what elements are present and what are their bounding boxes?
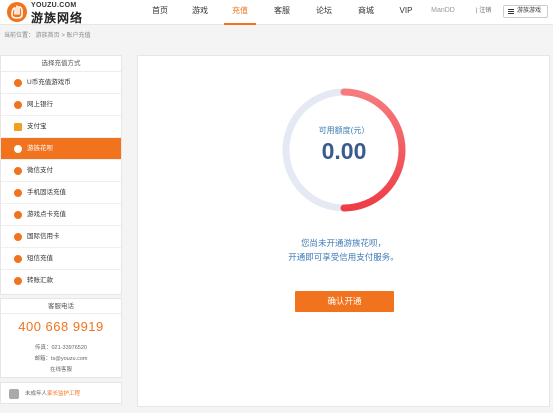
payment-method-label: 微信支付 [27,167,53,174]
payment-method-phone[interactable]: 手机固话充值 [1,182,121,204]
payment-method-alipay[interactable]: 支付宝 [1,116,121,138]
guardian-icon [9,389,19,399]
nav-username[interactable]: ManDD [426,0,460,25]
games-menu-label: 游族游戏 [517,8,542,14]
nav-forum[interactable]: 论坛 [312,0,336,25]
logout-link[interactable]: | 注销 [476,0,491,22]
logo-chinese: 游族网络 [31,11,84,25]
credit-card-icon [14,233,22,241]
payment-method-label: U币充值游戏币 [27,79,71,86]
huabei-icon [14,145,22,153]
parental-guardian-banner[interactable]: 未成年人家长监护工程 [0,382,122,404]
payment-method-label: 网上银行 [27,101,53,108]
payment-method-huabei[interactable]: 游族花呗 [1,138,121,160]
fax-text: 传真：021-33976520 [35,345,87,351]
payment-method-sms[interactable]: 短信充值 [1,248,121,270]
payment-method-label: 国际信用卡 [27,233,60,240]
payment-method-bank[interactable]: 网上银行 [1,94,121,116]
confirm-activate-button[interactable]: 确认开通 [295,291,394,312]
available-credit-value: 0.00 [321,138,367,164]
activation-benefit-notice: 开通即可享受信用支付服务。 [288,252,399,262]
payment-method-transfer[interactable]: 转账汇款 [1,270,121,292]
alipay-icon [14,123,22,131]
online-support-link[interactable]: 在线客服 [1,365,121,373]
payment-method-label: 支付宝 [27,123,47,130]
hotline-number: 400 668 9919 [18,319,104,334]
top-header: YOUZU.COM 游族网络 首页 游戏 充值 客服 论坛 商城 VIP Man… [0,0,553,25]
nav-vip[interactable]: VIP [396,0,416,25]
youzu-logo[interactable]: YOUZU.COM 游族网络 [6,1,86,25]
nav-games[interactable]: 游戏 [188,0,212,25]
wechat-icon [14,167,22,175]
bank-icon [14,101,22,109]
transfer-icon [14,277,22,285]
hotline-title: 客服电话 [1,299,121,314]
breadcrumb: 当前位置： 游族首页 > 账户充值 [4,33,91,39]
available-credit-label: 可用额度(元） [318,126,370,135]
payment-method-label: 游戏点卡充值 [27,211,66,218]
phone-icon [14,189,22,197]
guardian-link[interactable]: 家长监护工程 [47,391,80,397]
payment-method-credit-card[interactable]: 国际信用卡 [1,226,121,248]
games-menu-button[interactable]: 游族游戏 [503,5,548,18]
nav-recharge[interactable]: 充值 [224,0,256,25]
nav-home[interactable]: 首页 [148,0,172,25]
huabei-main-panel: 可用额度(元） 0.00 您尚未开通游族花呗， 开通即可享受信用支付服务。 确认… [137,55,550,407]
payment-method-label: 转账汇款 [27,277,53,284]
nav-support[interactable]: 客服 [270,0,294,25]
logo-english: YOUZU.COM [31,2,77,9]
payment-method-ubi[interactable]: U币充值游戏币 [1,72,121,94]
payment-method-label: 手机固话充值 [27,189,66,196]
nav-mall[interactable]: 商城 [354,0,378,25]
payment-method-label: 游族花呗 [27,145,53,152]
guardian-prefix: 未成年人 [25,391,48,397]
payment-method-game-card[interactable]: 游戏点卡充值 [1,204,121,226]
sms-icon [14,255,22,263]
payment-method-wechat[interactable]: 微信支付 [1,160,121,182]
menu-icon [508,9,514,14]
payment-method-title: 选择充值方式 [1,56,121,72]
not-activated-notice: 您尚未开通游族花呗， [300,238,386,248]
guardian-text: 未成年人家长监护工程 [25,383,80,405]
payment-method-panel: 选择充值方式 U币充值游戏币 网上银行 支付宝 游族花呗 微信支付 手机固话充值… [0,55,122,295]
email-text: 邮箱：ts@youzu.com [34,356,88,362]
ubi-icon [14,79,22,87]
card-icon [14,211,22,219]
youzu-logo-icon [7,2,27,22]
payment-method-label: 短信充值 [27,255,53,262]
customer-service-panel: 客服电话 400 668 9919 传真：021-33976520 邮箱：ts@… [0,298,122,378]
